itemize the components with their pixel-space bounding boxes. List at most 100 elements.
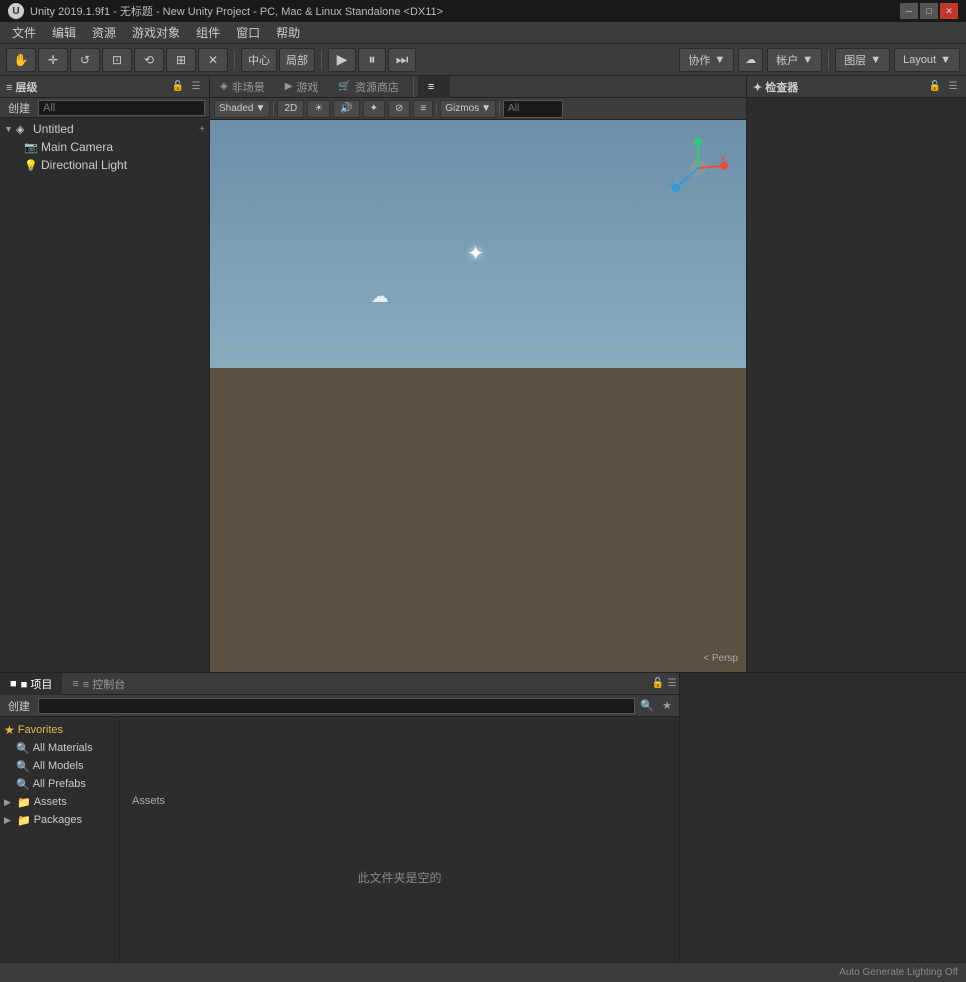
project-tree-all-models[interactable]: 🔍 All Models [0,757,119,775]
tab-active-scene[interactable]: ≡ [418,76,450,98]
menu-window[interactable]: 窗口 [228,22,268,43]
collaborate-button[interactable]: 协作 ▼ [679,48,734,72]
hierarchy-item-light[interactable]: 💡 Directional Light [0,156,209,174]
pause-button[interactable]: ⏸ [358,48,386,72]
project-search-input[interactable] [38,698,635,714]
hierarchy-title: ≡ 层级 [6,79,37,95]
hierarchy-menu-icon[interactable]: ☰ [189,80,203,94]
play-button[interactable]: ▶ [328,48,356,72]
project-tree-all-prefabs[interactable]: 🔍 All Prefabs [0,775,119,793]
main-layout: ≡ 层级 🔓 ☰ 创建 ▼ ◈ Untitled + 📷 Main Camera [0,76,966,672]
project-layout: ★ Favorites 🔍 All Materials 🔍 All Models… [0,717,679,962]
effects-button[interactable]: ✦ [363,100,385,118]
hierarchy-search-input[interactable] [38,100,205,116]
gizmos-dropdown[interactable]: Gizmos ▼ [440,100,496,118]
project-star-icon[interactable]: ★ [659,698,675,714]
status-text: Auto Generate Lighting Off [839,967,958,978]
move-icon: ✛ [45,52,61,68]
transform-tool[interactable]: ⊞ [166,48,196,72]
local-button[interactable]: 局部 [279,48,315,72]
hierarchy-item-scene[interactable]: ▼ ◈ Untitled + [0,120,209,138]
scene-viewport[interactable]: ✦ ☁ X Y [210,120,746,672]
layout-button[interactable]: Layout ▼ [894,48,960,72]
center-area: ◈ 非场景 ▶ 游戏 🛒 资源商店 ≡ Shaded ▼ [210,76,746,672]
audio-icon: 🔊 [340,103,352,114]
cloud-button[interactable]: ☁ [738,48,763,72]
tab-asset-store[interactable]: 🛒 资源商店 [328,76,408,98]
step-button[interactable]: ⏭ [388,48,416,72]
account-label: 帐户 [776,52,798,68]
tab-project[interactable]: ■ ■ 项目 [0,673,62,695]
all-materials-label: All Materials [33,742,93,754]
project-tree-favorites[interactable]: ★ Favorites [0,721,119,739]
tab-console[interactable]: ≡ ≡ 控制台 [62,673,135,695]
shading-dropdown[interactable]: Shaded ▼ [214,100,270,118]
inspector-lock-icon[interactable]: 🔓 [928,80,942,94]
window-title: Unity 2019.1.9f1 - 无标题 - New Unity Proje… [30,3,894,19]
unity-logo: U [8,3,24,19]
project-tree-packages[interactable]: ▶ 📁 Packages [0,811,119,829]
account-button[interactable]: 帐户 ▼ [767,48,822,72]
hidden-button[interactable]: ⊘ [388,100,410,118]
minimize-button[interactable]: ─ [900,3,918,19]
inspector-panel: ✦ 检查器 🔓 ☰ [746,76,966,672]
hierarchy-item-create[interactable]: + [199,124,205,135]
scale-tool[interactable]: ⊡ [102,48,132,72]
hierarchy-create-btn[interactable]: 创建 [4,100,34,116]
center-button[interactable]: 中心 [241,48,277,72]
layers-button[interactable]: 图层 ▼ [835,48,890,72]
project-lock-icon[interactable]: 🔓 [651,677,665,691]
menu-help[interactable]: 帮助 [268,22,308,43]
project-tree-all-materials[interactable]: 🔍 All Materials [0,739,119,757]
move-tool[interactable]: ✛ [38,48,68,72]
maximize-button[interactable]: □ [920,3,938,19]
project-create-btn[interactable]: 创建 [4,696,34,716]
rect-tool[interactable]: ⟲ [134,48,164,72]
game-tab-label: 游戏 [296,79,318,95]
svg-text:X: X [720,154,726,164]
hidden-icon: ⊘ [395,103,403,114]
menu-gameobject[interactable]: 游戏对象 [124,22,188,43]
favorites-icon: ★ [4,723,15,737]
assets-folder-expand: ▶ [4,797,14,808]
project-search-icon[interactable]: 🔍 [639,698,655,714]
menu-edit[interactable]: 编辑 [44,22,84,43]
sun-icon: ✦ [467,241,484,266]
hierarchy-item-camera[interactable]: 📷 Main Camera [0,138,209,156]
2d-button[interactable]: 2D [277,100,304,118]
inspector-menu-icon[interactable]: ☰ [946,80,960,94]
menu-assets[interactable]: 资源 [84,22,124,43]
project-tabs: ■ ■ 项目 ≡ ≡ 控制台 🔓 ☰ [0,673,679,695]
tab-scene-view[interactable]: ◈ 非场景 [210,76,275,98]
hand-tool[interactable]: ✋ [6,48,36,72]
separator-1 [234,50,235,70]
scene-tabs: ◈ 非场景 ▶ 游戏 🛒 资源商店 ≡ [210,76,746,98]
hierarchy-lock-icon[interactable]: 🔓 [171,80,185,94]
menu-component[interactable]: 组件 [188,22,228,43]
menu-file[interactable]: 文件 [4,22,44,43]
hierarchy-panel: ≡ 层级 🔓 ☰ 创建 ▼ ◈ Untitled + 📷 Main Camera [0,76,210,672]
asset-store-tab-icon: 🛒 [338,81,350,92]
extra-icon: ≡ [420,103,426,114]
rotate-tool[interactable]: ↺ [70,48,100,72]
project-menu-icon[interactable]: ☰ [665,677,679,691]
close-button[interactable]: ✕ [940,3,958,19]
custom-tool[interactable]: ✕ [198,48,228,72]
project-tree-assets[interactable]: ▶ 📁 Assets [0,793,119,811]
hierarchy-header: ≡ 层级 🔓 ☰ [0,76,209,98]
scene-search-input[interactable] [503,100,563,118]
project-panel: ■ ■ 项目 ≡ ≡ 控制台 🔓 ☰ 创建 🔍 ★ ★ Favor [0,673,680,962]
lighting-button[interactable]: ☀ [307,100,330,118]
shading-label: Shaded [219,103,253,114]
scene-icon: ◈ [16,122,30,136]
svg-text:Z: Z [670,178,676,188]
transform-icon: ⊞ [173,52,189,68]
rect-icon: ⟲ [141,52,157,68]
empty-folder-text: 此文件夹是空的 [357,869,441,886]
audio-button[interactable]: 🔊 [333,100,359,118]
dropdown-arrow-layout: ▼ [940,54,951,66]
extra-button[interactable]: ≡ [413,100,433,118]
dropdown-arrow-collaborate: ▼ [714,54,725,66]
tab-game[interactable]: ▶ 游戏 [275,76,329,98]
shading-arrow: ▼ [255,103,265,114]
